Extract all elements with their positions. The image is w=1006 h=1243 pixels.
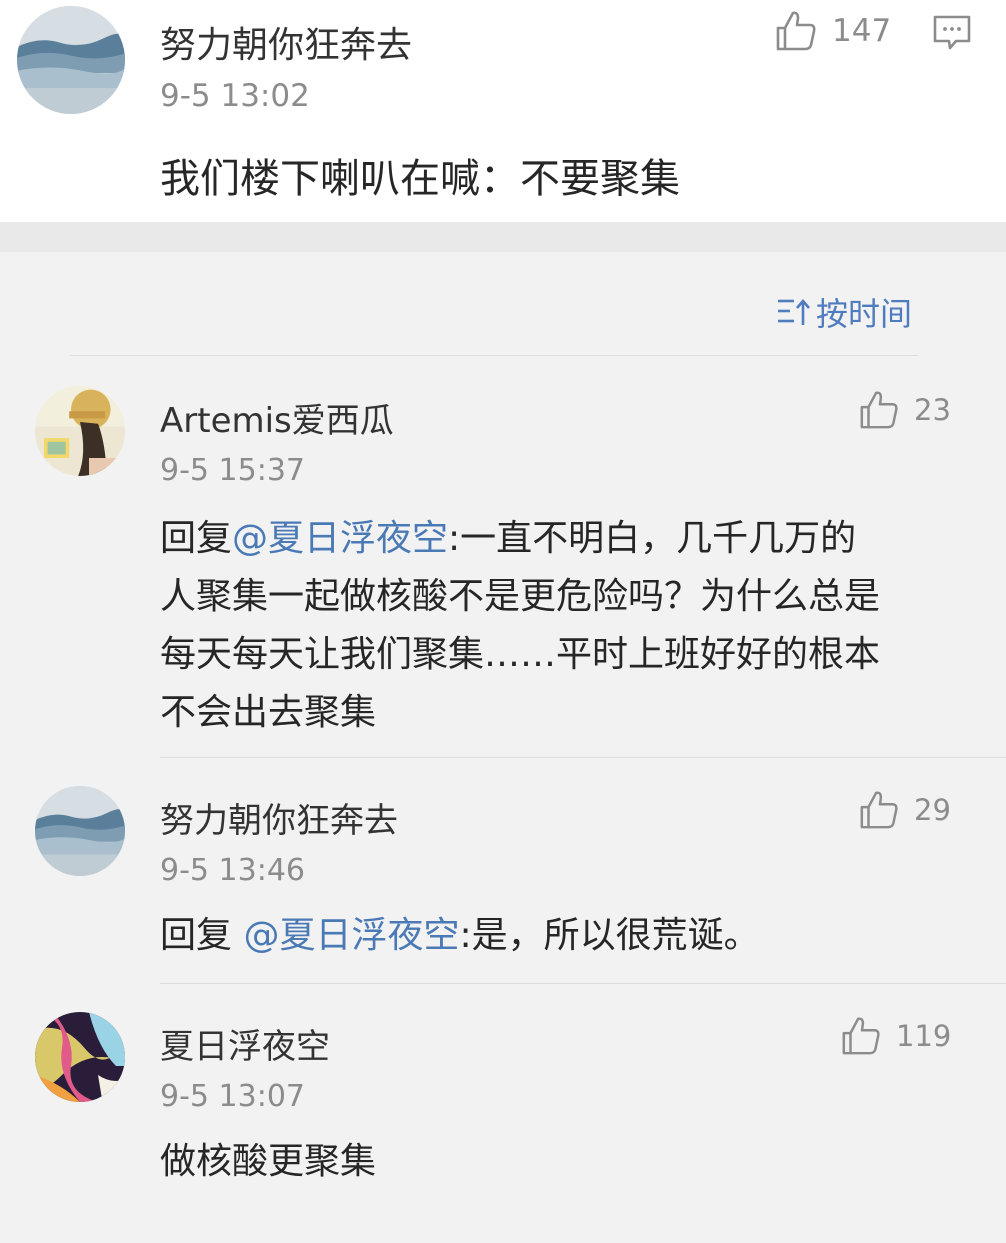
thumbs-up-icon <box>860 791 898 829</box>
like-button[interactable]: 29 <box>858 788 951 832</box>
reply-author[interactable]: 夏日浮夜空 <box>160 1019 330 1068</box>
reply-prefix: 回复 <box>160 915 244 956</box>
reply-prefix: 回复 <box>160 518 233 559</box>
comment-author[interactable]: 努力朝你狂奔去 <box>160 16 412 68</box>
mention-link[interactable]: @夏日浮夜空 <box>243 915 459 956</box>
divider <box>160 983 1006 984</box>
sort-icon <box>778 299 810 325</box>
thumbs-up-icon <box>860 391 898 429</box>
like-count: 23 <box>914 393 951 427</box>
user-avatar[interactable] <box>35 386 125 476</box>
like-count: 29 <box>914 793 951 827</box>
comment-time: 9-5 13:02 <box>160 78 310 114</box>
reply-author[interactable]: Artemis爱西瓜 <box>160 393 394 442</box>
section-divider <box>0 222 1006 252</box>
reply-author[interactable]: 努力朝你狂奔去 <box>160 793 398 842</box>
reply-text: 回复 @夏日浮夜空:是，所以很荒诞。 <box>160 910 760 962</box>
like-button[interactable]: 147 <box>774 8 891 54</box>
reply-text: 回复@夏日浮夜空:一直不明白，几千几万的 人聚集一起做核酸不是更危险吗？为什么总… <box>160 510 980 742</box>
user-avatar[interactable] <box>35 1012 125 1102</box>
reply-text-line: 每天每天让我们聚集……平时上班好好的根本 <box>160 634 881 675</box>
mention-link[interactable]: @夏日浮夜空 <box>232 518 448 559</box>
divider <box>160 757 1006 758</box>
reply-text-line: 不会出去聚集 <box>160 692 377 733</box>
reply-time: 9-5 15:37 <box>160 453 305 488</box>
thumbs-up-icon <box>842 1017 880 1055</box>
divider <box>70 355 918 356</box>
reply-time: 9-5 13:46 <box>160 853 305 888</box>
comment-icon <box>933 15 971 50</box>
reply-text-line: 人聚集一起做核酸不是更危险吗？为什么总是 <box>160 576 881 617</box>
user-avatar[interactable] <box>17 6 125 114</box>
reply-text-line: :是，所以很荒诞。 <box>459 915 760 956</box>
thumbs-up-icon <box>776 11 816 51</box>
user-avatar[interactable] <box>35 786 125 876</box>
like-button[interactable]: 119 <box>840 1014 951 1058</box>
reply-text: 做核酸更聚集 <box>160 1141 377 1182</box>
sort-label: 按时间 <box>816 295 913 333</box>
comment-button[interactable] <box>932 14 972 52</box>
like-count: 119 <box>896 1019 952 1053</box>
main-comment: 努力朝你狂奔去 9-5 13:02 147 我们楼下喇叭在喊：不要聚集 <box>0 0 1006 222</box>
comment-text: 我们楼下喇叭在喊：不要聚集 <box>160 156 680 202</box>
like-button[interactable]: 23 <box>858 388 951 432</box>
like-count: 147 <box>832 13 892 49</box>
reply-time: 9-5 13:07 <box>160 1079 305 1114</box>
sort-by-time-button[interactable]: 按时间 <box>776 290 912 334</box>
reply-text-line: :一直不明白，几千几万的 <box>448 518 857 559</box>
